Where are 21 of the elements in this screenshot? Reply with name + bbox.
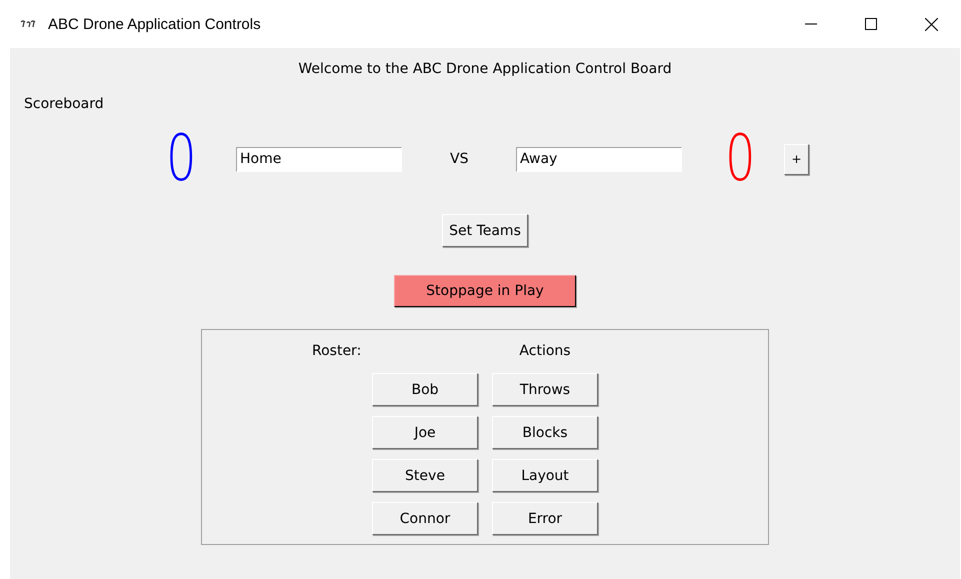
action-button[interactable]: Layout — [492, 459, 598, 492]
player-button[interactable]: Steve — [372, 459, 478, 492]
team-name-field[interactable]: Away — [516, 146, 682, 172]
roster-label: Roster: — [312, 343, 362, 361]
player-button[interactable]: Connor — [372, 502, 478, 535]
actions-label: Actions — [519, 343, 571, 361]
vs-label: VS — [450, 151, 470, 167]
plus-button[interactable]: + — [784, 144, 809, 174]
set-teams-button[interactable]: Set Teams — [442, 214, 528, 247]
action-button[interactable]: Throws — [492, 373, 598, 406]
action-button[interactable]: Blocks — [492, 416, 598, 449]
window-title: ABC Drone Application Controls — [48, 16, 261, 32]
player-button[interactable]: Joe — [372, 416, 478, 449]
stoppage-button[interactable]: Stoppage in Play — [394, 275, 576, 307]
action-button[interactable]: Error — [492, 502, 598, 535]
team-name-field[interactable]: Home — [236, 146, 402, 172]
score-display: 0 — [166, 124, 196, 194]
player-button[interactable]: Bob — [372, 373, 478, 406]
scoreboard-label: Scoreboard — [24, 96, 104, 112]
score-display: 0 — [725, 124, 755, 194]
welcome-text: Welcome to the ABC Drone Application Control Board — [298, 61, 672, 77]
